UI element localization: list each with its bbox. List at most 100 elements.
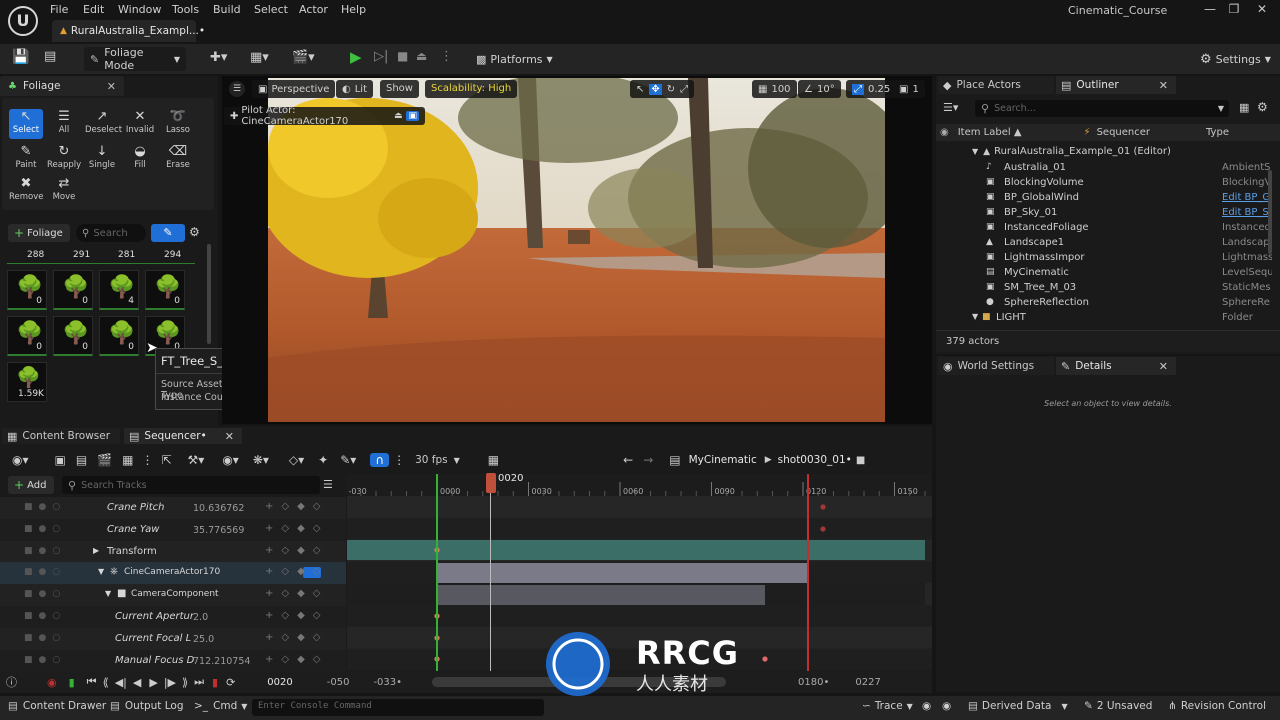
tool-fill[interactable]: ◒ Fill <box>123 144 157 174</box>
add-track-button[interactable]: + Add <box>8 476 54 494</box>
edit-blueprint-link[interactable]: Edit BP_G <box>1222 192 1272 203</box>
camera-icon[interactable]: ◉ <box>922 700 931 712</box>
unsaved-button[interactable]: ✎ 2 Unsaved <box>1084 700 1152 712</box>
tab-world-settings[interactable]: ◉ World Settings <box>938 357 1054 375</box>
outliner-row[interactable]: ▣ BP_GlobalWind Edit BP_G <box>936 192 1276 207</box>
blueprint-icon[interactable]: ▦▾ <box>250 50 269 65</box>
lock-mute-solo-icon[interactable]: ■●○ <box>24 524 66 534</box>
content-drawer-button[interactable]: ▤ Content Drawer <box>8 700 106 712</box>
outliner-row[interactable]: ▣ BP_Sky_01 Edit BP_S <box>936 207 1276 222</box>
next-key-icon[interactable]: ⟫ <box>182 676 188 689</box>
add-foliage-button[interactable]: + Foliage <box>8 224 70 242</box>
key-controls-icon[interactable]: +◇◆◇ <box>265 545 328 556</box>
tool-move[interactable]: ⇄ Move <box>47 176 81 206</box>
outliner-root-row[interactable]: ▼ ▲ RuralAustralia_Example_01 (Editor) <box>936 144 1276 159</box>
keyframe-icon[interactable]: ✦ <box>318 453 328 467</box>
key-controls-icon[interactable]: +◇◆◇ <box>265 588 328 599</box>
key-controls-icon[interactable]: +◇◆◇ <box>265 501 328 512</box>
lock-mute-solo-icon[interactable]: ■●○ <box>24 611 66 621</box>
view-range-end[interactable]: 0227 <box>855 677 880 688</box>
sequencer-track-row[interactable]: ■●○ Manual Focus D 712.210754 +◇◆◇ <box>0 649 346 672</box>
camera-actor-section[interactable] <box>437 563 807 583</box>
gear-icon[interactable]: ⚙ <box>1257 100 1268 114</box>
close-icon[interactable]: ✕ <box>225 430 234 443</box>
lock-icon[interactable]: ■ <box>856 455 865 466</box>
current-frame-field[interactable]: 0020 <box>267 677 292 688</box>
derived-data-dropdown[interactable]: ▤ Derived Data ▼ <box>968 700 1068 712</box>
column-type[interactable]: Type <box>1206 127 1229 138</box>
scale-icon[interactable]: ⤢ <box>680 84 688 95</box>
outliner-row[interactable]: ▣ SM_Tree_M_03 StaticMes <box>936 282 1276 297</box>
camera-icon[interactable]: ▣ <box>406 111 419 121</box>
chevron-down-icon[interactable]: ▼ <box>1218 104 1224 113</box>
angle-snap[interactable]: ∠ 10° <box>798 80 841 98</box>
project-tab[interactable]: ▲ RuralAustralia_Exampl...• <box>52 20 205 42</box>
browse-icon[interactable]: ▤ <box>44 49 56 64</box>
tool-deselect[interactable]: ↗ Deselect <box>85 109 122 139</box>
keyframe[interactable] <box>820 526 826 532</box>
key-controls-icon[interactable]: +◇◆◇ <box>265 566 328 577</box>
track-value[interactable]: 10.636762 <box>193 503 244 514</box>
find-icon[interactable]: ▤ <box>76 453 87 467</box>
key-controls-icon[interactable]: +◇◆◇ <box>265 654 328 665</box>
back-arrow-icon[interactable]: ← <box>623 453 633 467</box>
scene-render[interactable] <box>268 78 885 422</box>
foliage-thumbnail[interactable]: 🌳 0 <box>7 316 47 356</box>
cmd-dropdown[interactable]: >_ Cmd ▼ <box>194 700 247 712</box>
camera-cut-icon[interactable]: ⇱ <box>161 453 171 467</box>
close-icon[interactable]: ✕ <box>1252 2 1272 18</box>
lit-button[interactable]: ◐ Lit <box>336 80 374 98</box>
foliage-tab[interactable]: ♣ Foliage ✕ <box>0 76 124 96</box>
mode-dropdown[interactable]: ✎ Foliage Mode ▼ <box>84 46 186 72</box>
track-value[interactable]: 2.0 <box>193 612 208 623</box>
view-range-start[interactable]: -050 <box>327 677 350 688</box>
hamburger-icon[interactable]: ☰ <box>229 81 245 97</box>
close-icon[interactable]: ✕ <box>107 80 116 93</box>
menu-select[interactable]: Select <box>254 3 288 16</box>
menu-help[interactable]: Help <box>341 3 366 16</box>
component-row-bg[interactable] <box>347 583 925 605</box>
column-sequencer[interactable]: Sequencer <box>1097 127 1150 138</box>
tab-content-browser[interactable]: ▦ Content Browser <box>2 428 120 444</box>
breadcrumb-shot[interactable]: shot0030_01• <box>778 454 852 466</box>
sequencer-track-row[interactable]: ■●○ Crane Yaw 35.776569 +◇◆◇ <box>0 518 346 541</box>
tab-place-actors[interactable]: ◆ Place Actors <box>938 76 1054 94</box>
maximize-icon[interactable]: ❐ <box>1224 2 1244 18</box>
track-value[interactable]: 25.0 <box>193 634 214 645</box>
curve-editor-icon[interactable]: ▦ <box>488 453 499 467</box>
outliner-row[interactable]: ▲ Landscape1 Landscap <box>936 237 1276 252</box>
step-back-icon[interactable]: ◀| <box>115 676 127 689</box>
menu-actor[interactable]: Actor <box>299 3 328 16</box>
sequencer-track-row[interactable]: ■●○ ▼ ■ CameraComponent +◇◆◇ <box>0 584 346 607</box>
transform-section[interactable] <box>347 540 925 560</box>
tool-remove[interactable]: ✖ Remove <box>9 176 44 206</box>
select-icon[interactable]: ↖ <box>636 84 644 95</box>
tool-lasso[interactable]: ➰ Lasso <box>161 109 195 139</box>
sequencer-track-row[interactable]: ■●○ Current Apertur 2.0 +◇◆◇ <box>0 606 346 628</box>
foliage-scrollbar[interactable] <box>207 244 211 344</box>
foliage-thumbnail[interactable]: 🌳 0 <box>53 270 93 310</box>
end-marker-icon[interactable]: ▮ <box>212 676 218 689</box>
scale-snap[interactable]: ⤢ 0.25 <box>846 80 897 98</box>
tool-invalid[interactable]: ✕ Invalid <box>123 109 157 139</box>
platforms-dropdown[interactable]: ▩ Platforms ▼ <box>470 47 553 71</box>
lock-mute-solo-icon[interactable]: ■●○ <box>24 567 66 577</box>
sequencer-track-row[interactable]: ■●○ Crane Pitch 10.636762 +◇◆◇ <box>0 497 346 519</box>
outliner-scrollbar[interactable] <box>1268 170 1272 254</box>
tab-details[interactable]: ✎ Details ✕ <box>1056 357 1176 375</box>
foliage-thumbnail[interactable]: 🌳 0 <box>53 316 93 356</box>
working-range-end[interactable]: 0180• <box>798 677 829 688</box>
playback-start-marker[interactable] <box>436 474 438 671</box>
jump-end-icon[interactable]: ⏭ <box>194 675 204 689</box>
more-icon[interactable]: ⋮ <box>141 453 153 467</box>
transform-tools[interactable]: ↖ ✥ ↻ ⤢ <box>630 80 695 98</box>
move-icon[interactable]: ✥ <box>649 83 662 95</box>
start-marker-icon[interactable]: ▮ <box>69 676 75 689</box>
key-controls-icon[interactable]: +◇◆◇ <box>265 610 328 621</box>
console-input[interactable]: Enter Console Command <box>252 699 544 716</box>
filter-icon[interactable]: ☰▾ <box>943 101 958 114</box>
outliner-search[interactable]: ⚲ Search... ▼ <box>975 100 1229 117</box>
play-options-icon[interactable]: ⋮ <box>440 49 453 64</box>
curve-icon[interactable]: ✎▾ <box>340 453 356 467</box>
snap-magnet-icon[interactable]: ∩ <box>370 453 390 467</box>
